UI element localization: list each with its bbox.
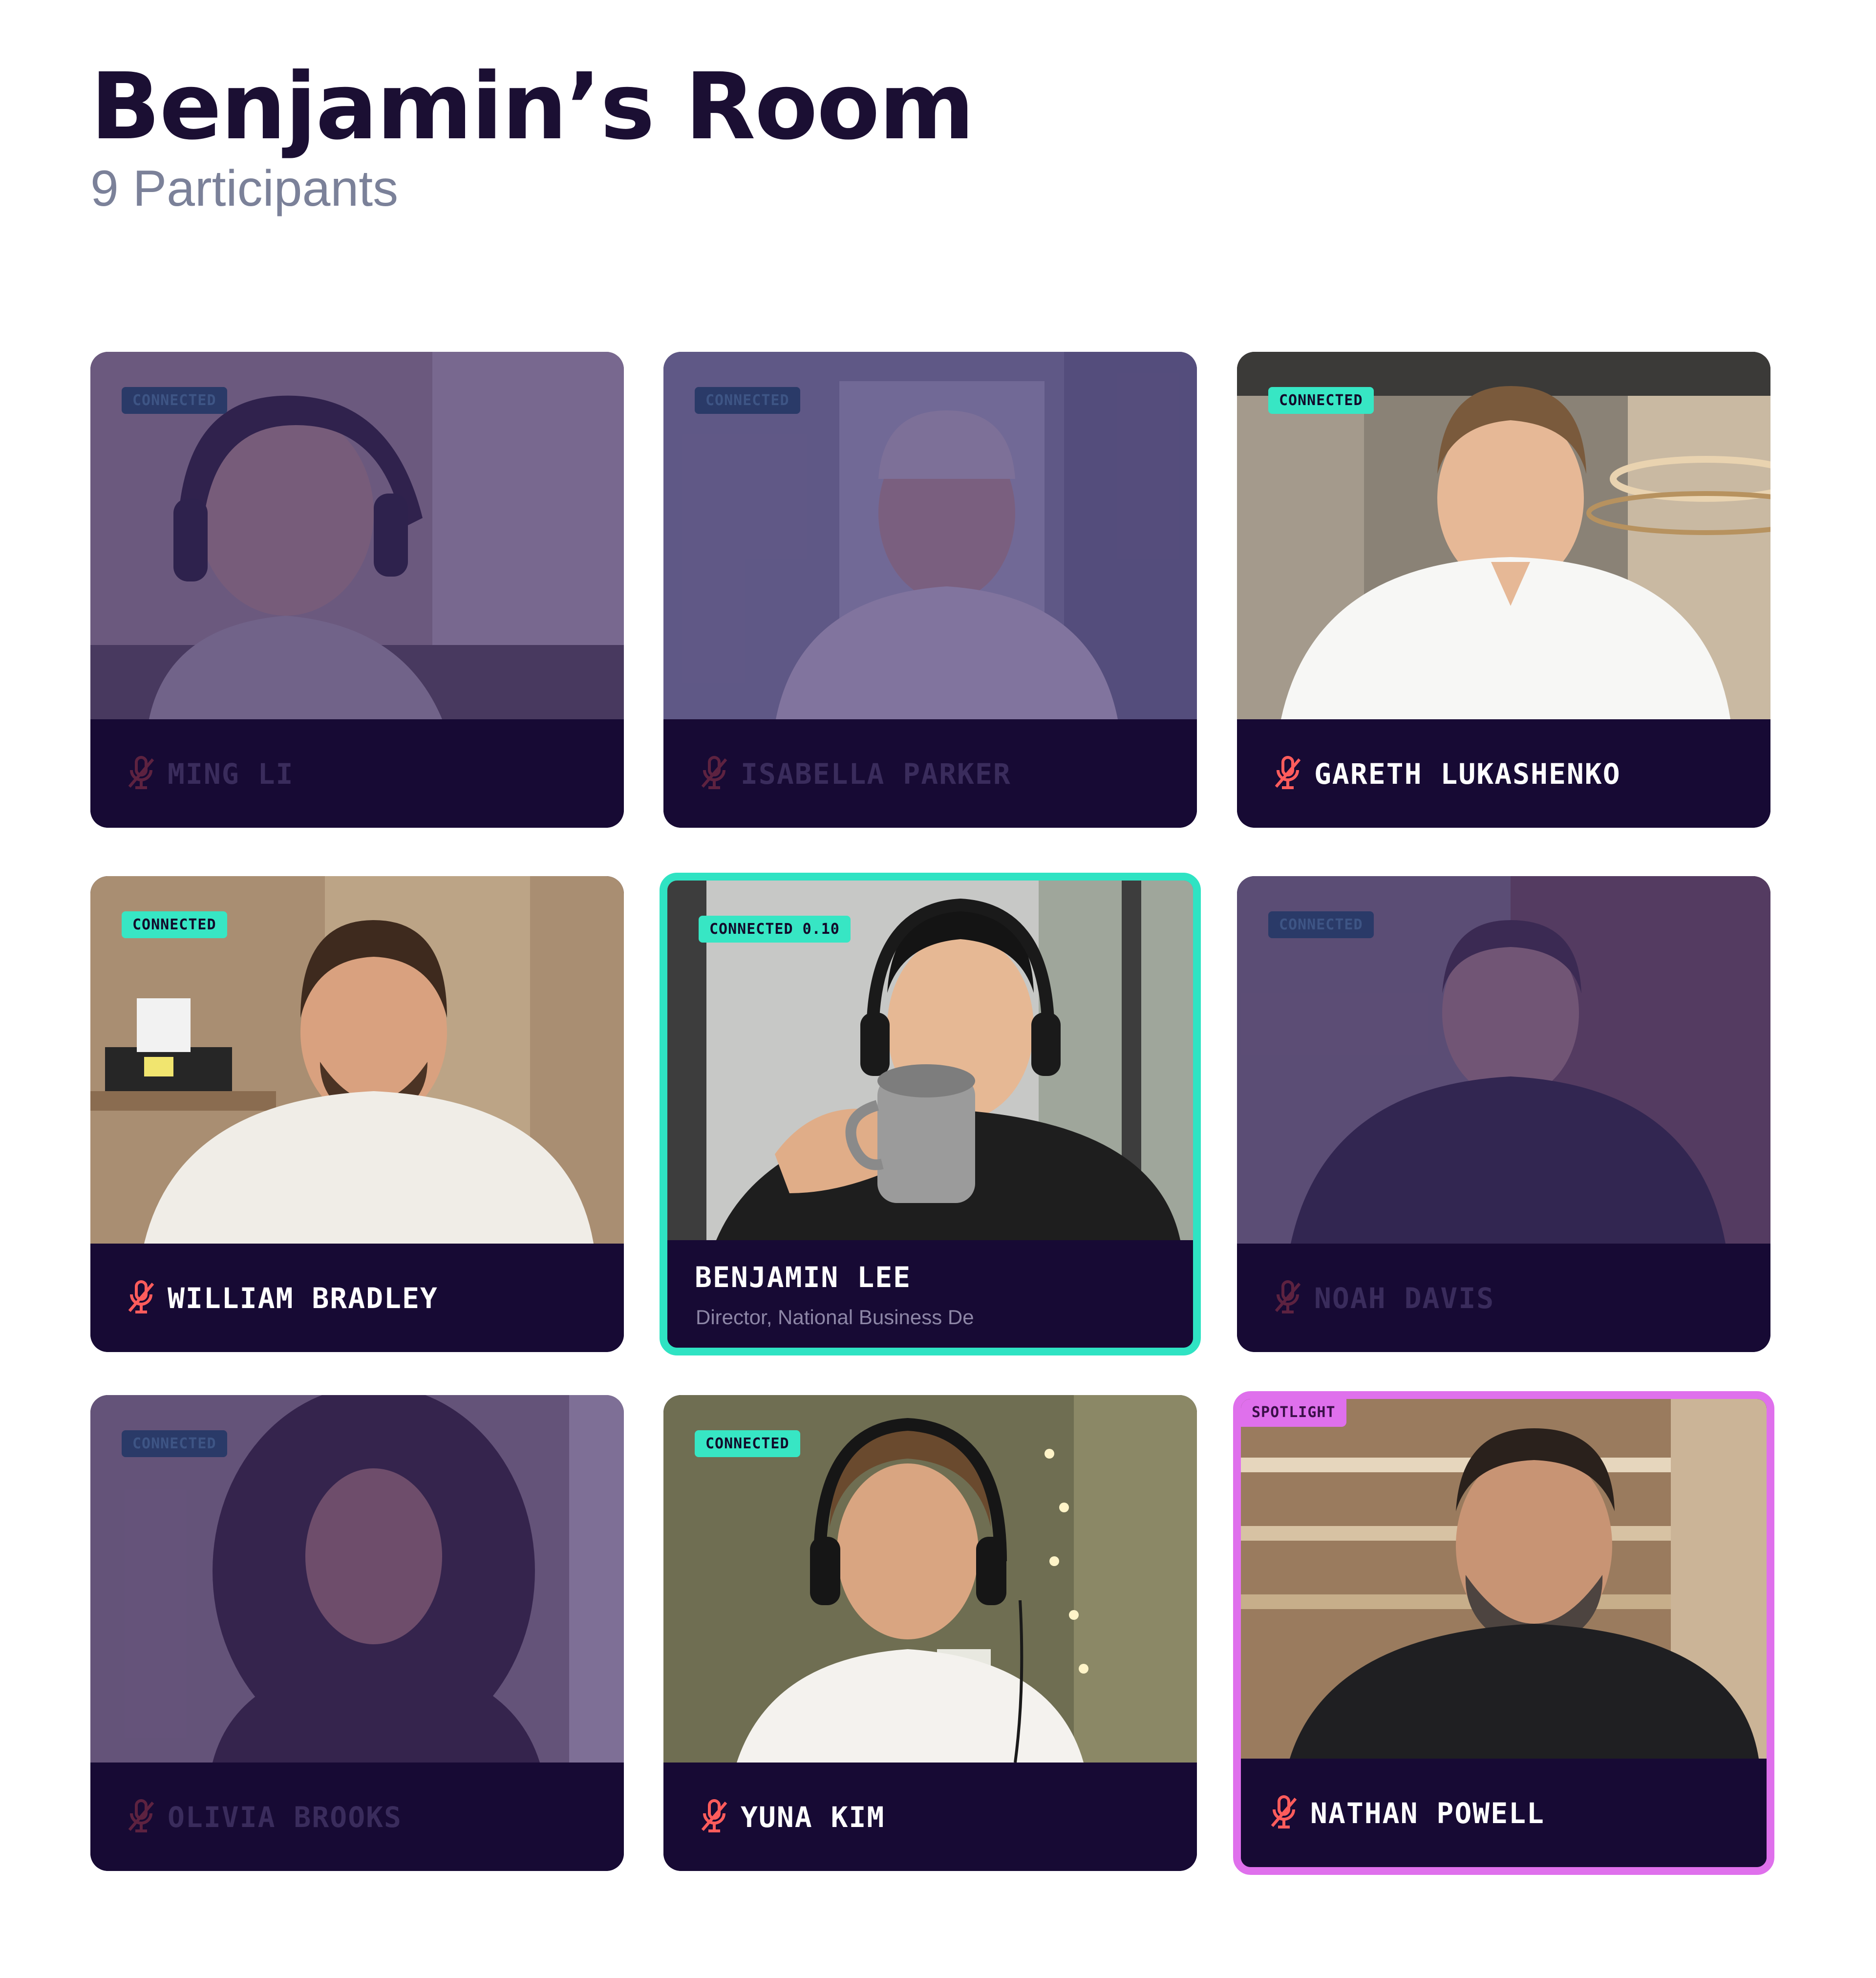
mic-muted-icon (126, 1799, 157, 1834)
status-badge: CONNECTED (695, 387, 800, 414)
room-title: Benjamin’s Room (90, 53, 975, 160)
participant-tile-yuna-kim[interactable]: CONNECTED YUNA KIM (663, 1395, 1197, 1871)
mic-muted-icon (699, 755, 730, 791)
mic-muted-icon (699, 1799, 730, 1834)
status-badge: CONNECTED (1268, 911, 1374, 938)
mic-muted-icon (126, 1280, 157, 1315)
mic-muted-icon (1272, 755, 1303, 791)
nameplate: WILLIAM BRADLEY (90, 1244, 624, 1352)
participant-title: Director, National Business De (696, 1306, 974, 1329)
participant-name: GARETH LUKASHENKO (1314, 757, 1621, 791)
participant-tile-william-bradley[interactable]: CONNECTED WILLIAM BRADLEY (90, 876, 624, 1352)
participant-tile-isabella-parker[interactable]: CONNECTED ISABELLA PARKER (663, 352, 1197, 828)
participant-tile-benjamin-lee[interactable]: CONNECTED 0.10 BENJAMIN LEE Director, Na… (660, 873, 1201, 1355)
status-badge: CONNECTED 0.10 (699, 916, 851, 943)
room-header: Benjamin’s Room 9 Participants (90, 53, 975, 218)
mic-muted-icon (1272, 1280, 1303, 1315)
participant-name: OLIVIA BROOKS (168, 1801, 402, 1834)
nameplate: NATHAN POWELL (1241, 1766, 1767, 1867)
status-badge: CONNECTED (122, 911, 227, 938)
nameplate: YUNA KIM (663, 1763, 1197, 1871)
participant-tile-olivia-brooks[interactable]: CONNECTED OLIVIA BROOKS (90, 1395, 624, 1871)
participant-name: BENJAMIN LEE (695, 1261, 912, 1294)
nameplate: BENJAMIN LEE Director, National Business… (667, 1247, 1193, 1348)
status-badge: CONNECTED (122, 387, 227, 414)
nameplate: OLIVIA BROOKS (90, 1763, 624, 1871)
status-badge: CONNECTED (122, 1430, 227, 1457)
participant-name: NATHAN POWELL (1310, 1797, 1545, 1830)
participant-name: NOAH DAVIS (1314, 1282, 1495, 1315)
participant-name: WILLIAM BRADLEY (168, 1282, 438, 1315)
video-feed (1241, 1399, 1767, 1759)
participant-name: YUNA KIM (741, 1801, 885, 1834)
participant-name: ISABELLA PARKER (741, 757, 1011, 791)
nameplate: NOAH DAVIS (1237, 1244, 1770, 1352)
nameplate: ISABELLA PARKER (663, 719, 1197, 828)
participant-tile-ming-li[interactable]: CONNECTED MING LI (90, 352, 624, 828)
nameplate: MING LI (90, 719, 624, 828)
mic-muted-icon (1268, 1795, 1300, 1830)
participant-tile-nathan-powell[interactable]: SPOTLIGHT NATHAN POWELL (1233, 1391, 1774, 1875)
participant-name: MING LI (168, 757, 294, 791)
spotlight-badge: SPOTLIGHT (1241, 1399, 1346, 1427)
participant-count: 9 Participants (90, 160, 399, 217)
mic-muted-icon (126, 755, 157, 791)
status-badge: CONNECTED (695, 1430, 800, 1457)
status-badge: CONNECTED (1268, 387, 1374, 414)
participant-tile-gareth-lukashenko[interactable]: CONNECTED GARETH LUKASHENKO (1237, 352, 1770, 828)
nameplate: GARETH LUKASHENKO (1237, 719, 1770, 828)
participant-tile-noah-davis[interactable]: CONNECTED NOAH DAVIS (1237, 876, 1770, 1352)
